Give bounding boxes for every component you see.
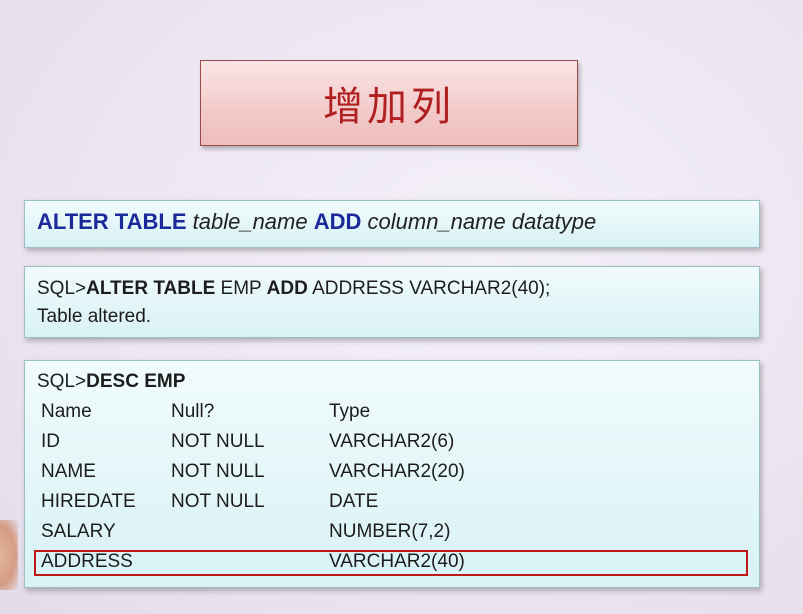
slide-title: 增加列 (323, 84, 455, 130)
table-row: HIREDATE NOT NULL DATE (41, 487, 529, 517)
header-null: Null? (171, 401, 215, 422)
header-name: Name (41, 401, 92, 422)
alter-statement-panel: SQL>ALTER TABLE EMP ADD ADDRESS VARCHAR2… (24, 266, 760, 338)
cell-null: NOT NULL (171, 491, 265, 512)
describe-command: DESC EMP (86, 371, 186, 392)
cell-name: SALARY (41, 521, 116, 542)
header-type: Type (329, 401, 371, 422)
statement-keyword-alter-table: ALTER TABLE (86, 278, 216, 299)
cell-type: DATE (329, 491, 379, 512)
cell-type: NUMBER(7,2) (329, 521, 451, 542)
syntax-column-definition: column_name datatype (367, 209, 597, 234)
syntax-table-name: table_name (192, 209, 308, 234)
cell-name: ID (41, 431, 60, 452)
sql-prompt: SQL> (37, 371, 87, 392)
statement-result: Table altered. (37, 306, 152, 327)
describe-command-line: SQL>DESC EMP (37, 367, 759, 397)
table-row: NAME NOT NULL VARCHAR2(20) (41, 457, 529, 487)
syntax-keyword-add: ADD (313, 209, 362, 234)
alter-statement-line: SQL>ALTER TABLE EMP ADD ADDRESS VARCHAR2… (37, 275, 759, 303)
syntax-keyword-alter-table: ALTER TABLE (37, 209, 187, 234)
table-row: SALARY NUMBER(7,2) (41, 517, 529, 547)
statement-keyword-add: ADD (266, 278, 308, 299)
table-header-row: Name Null? Type (41, 397, 529, 427)
new-column-highlight-box (34, 550, 748, 576)
cell-name: NAME (41, 461, 96, 482)
title-box: 增加列 (200, 60, 578, 146)
cell-type: VARCHAR2(20) (329, 461, 465, 482)
cell-type: VARCHAR2(6) (329, 431, 455, 452)
cell-null (171, 517, 329, 547)
cell-null: NOT NULL (171, 461, 265, 482)
cell-null: NOT NULL (171, 431, 265, 452)
presenter-hand (0, 520, 18, 590)
table-row: ID NOT NULL VARCHAR2(6) (41, 427, 529, 457)
statement-column: ADDRESS VARCHAR2(40); (312, 278, 551, 299)
syntax-panel: ALTER TABLE table_name ADD column_name d… (24, 200, 760, 248)
sql-prompt: SQL> (37, 278, 87, 299)
cell-name: HIREDATE (41, 491, 136, 512)
statement-table: EMP (220, 278, 262, 299)
